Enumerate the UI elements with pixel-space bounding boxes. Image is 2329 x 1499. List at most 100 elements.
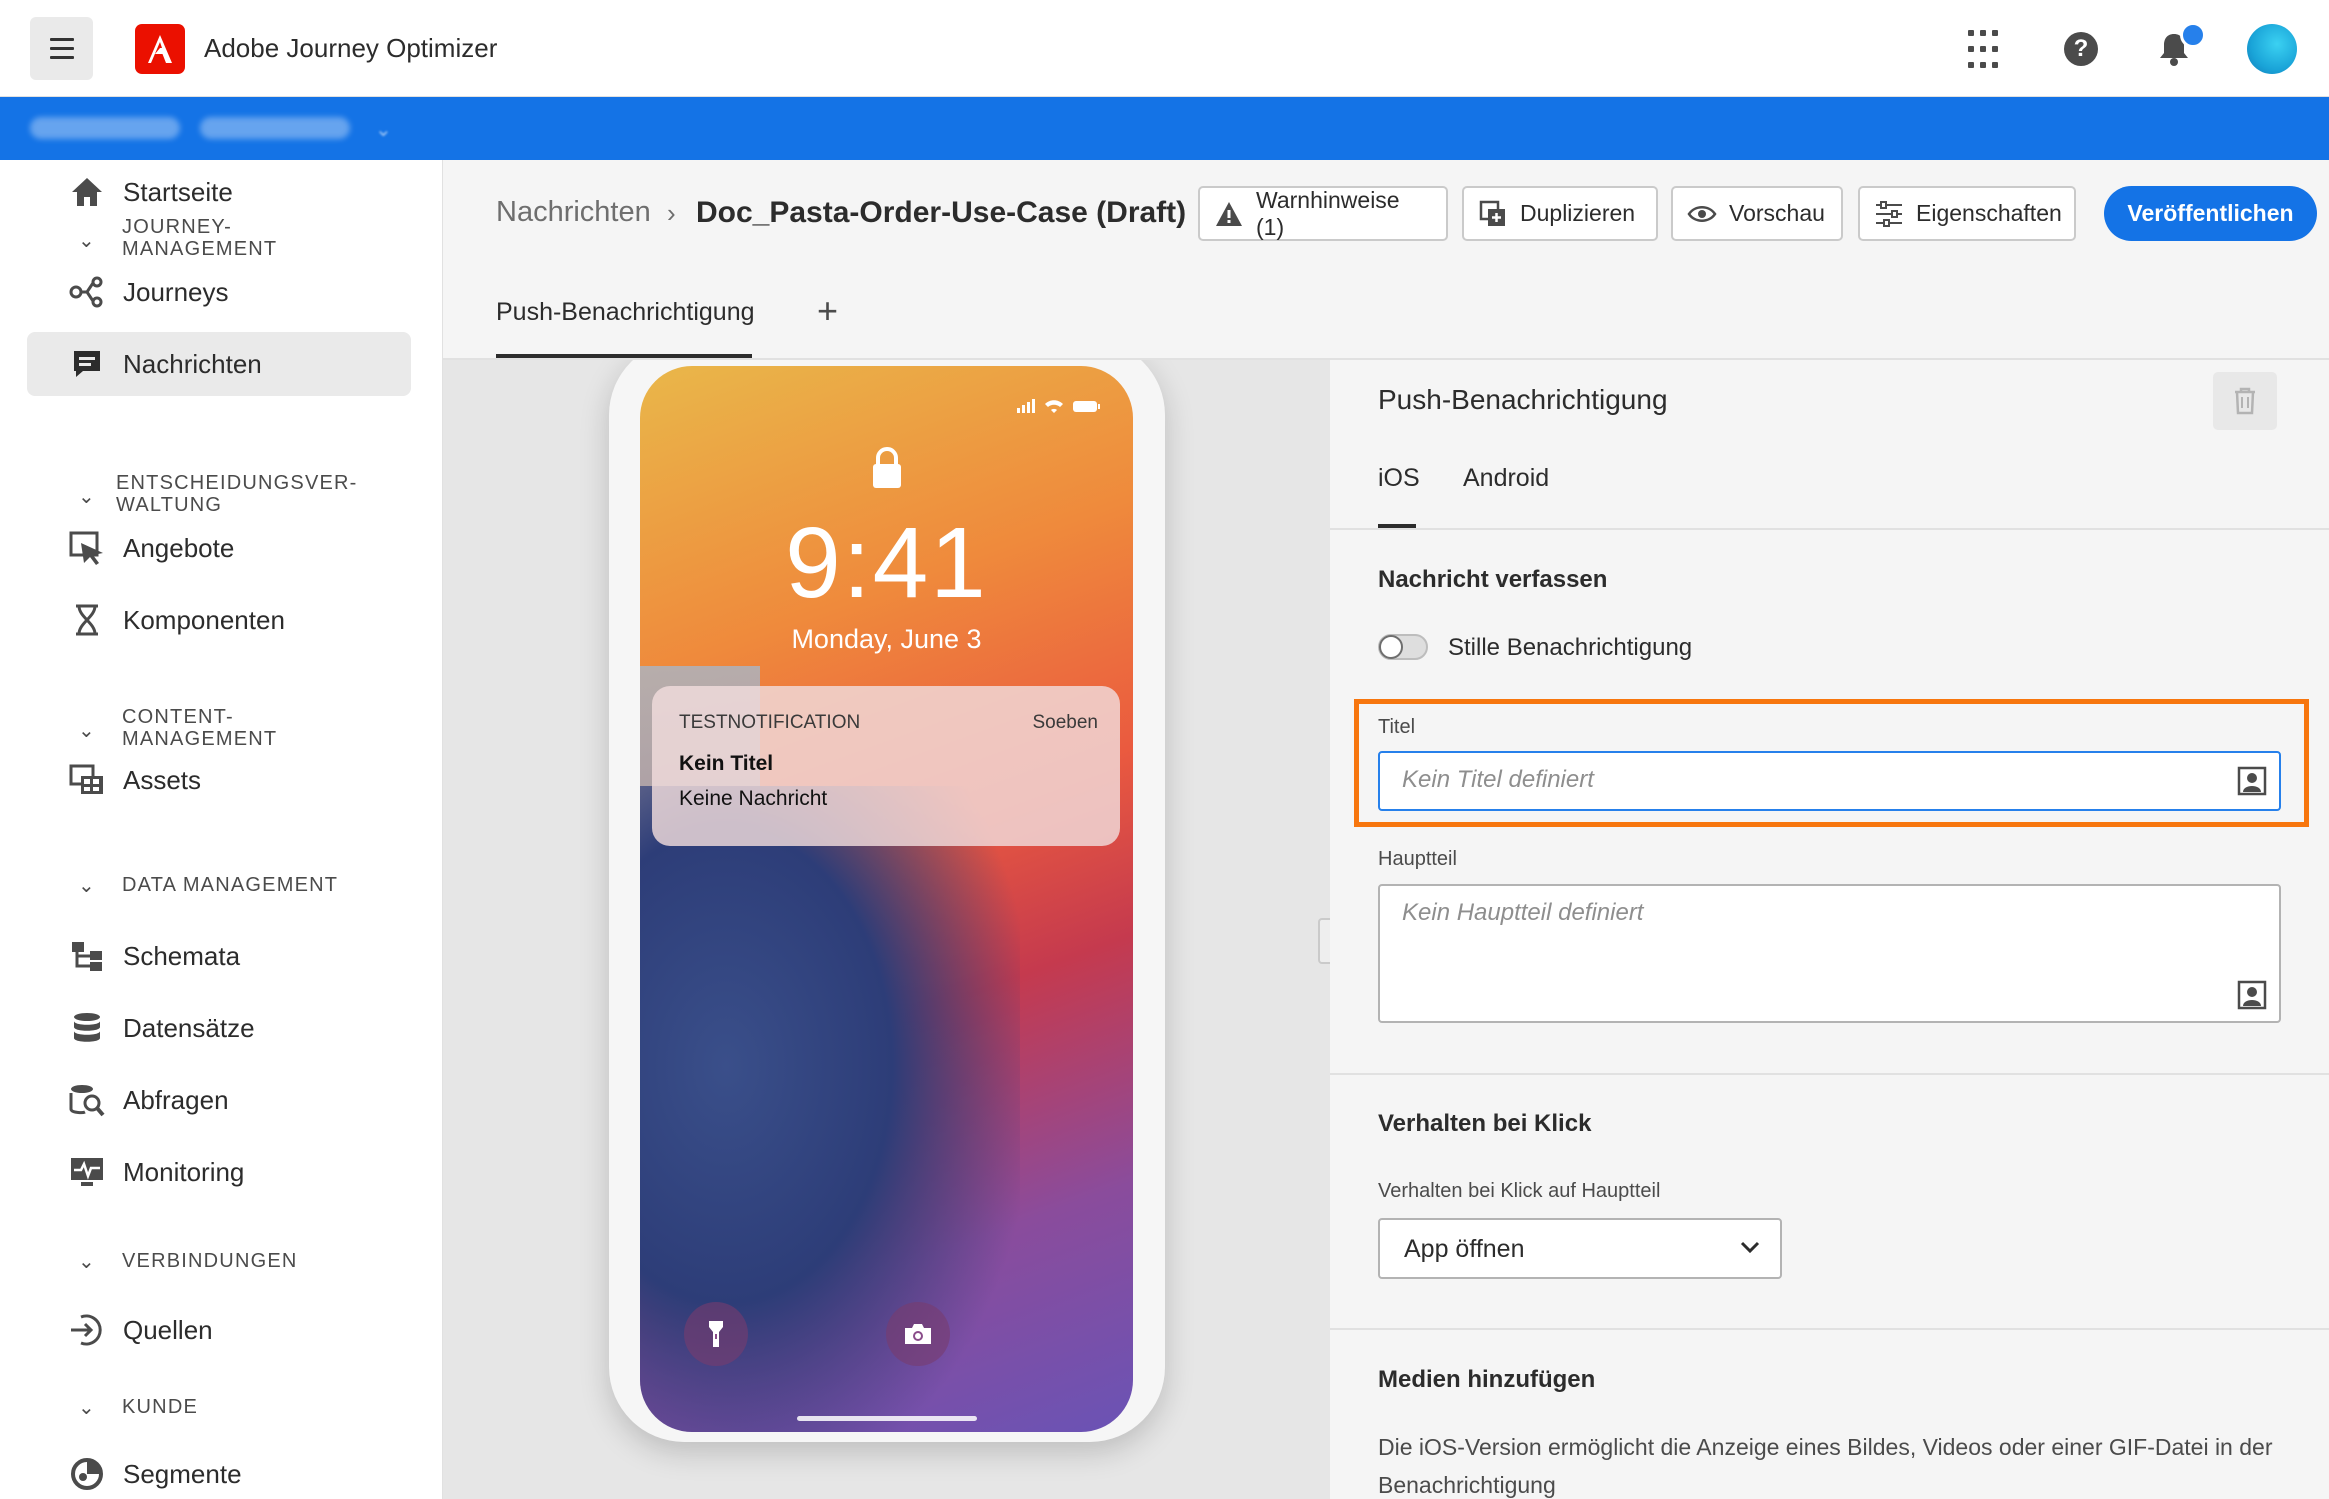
nav-item-schemata[interactable]: Schemata	[27, 924, 411, 988]
components-icon	[69, 602, 105, 638]
divider	[1330, 528, 2329, 530]
schema-icon	[69, 938, 105, 974]
nav-label: Startseite	[123, 176, 233, 207]
click-behavior-select[interactable]: App öffnen	[1378, 1218, 1782, 1279]
nav-section-label: VERBINDUNGEN	[122, 1250, 298, 1272]
chevron-down-icon: ⌄	[78, 229, 95, 252]
nav-section-label: JOURNEY- MANAGEMENT	[122, 216, 278, 260]
nav-item-journeys[interactable]: Journeys	[27, 260, 411, 324]
compose-heading: Nachricht verfassen	[1378, 566, 1608, 593]
home-icon	[69, 174, 105, 210]
app-title: Adobe Journey Optimizer	[204, 33, 498, 63]
chevron-right-icon: ›	[667, 198, 676, 228]
help-icon[interactable]: ?	[2060, 28, 2102, 70]
divider	[1330, 1073, 2329, 1075]
nav-item-komponenten[interactable]: Komponenten	[27, 588, 411, 652]
nav-label: Nachrichten	[123, 348, 262, 379]
nav-label: Abfragen	[123, 1084, 229, 1115]
sandbox-name-blurred[interactable]	[200, 117, 350, 139]
nav-item-segmente[interactable]: Segmente	[27, 1442, 411, 1499]
datasets-icon	[69, 1010, 105, 1046]
nav-label: Angebote	[123, 532, 235, 563]
nav-item-abfragen[interactable]: Abfragen	[27, 1068, 411, 1132]
eye-icon	[1687, 199, 1717, 229]
personalization-icon[interactable]	[2237, 980, 2267, 1010]
add-tab-icon[interactable]: +	[817, 290, 838, 332]
preview-label: Vorschau	[1729, 200, 1825, 226]
notification-body: Keine Nachricht	[679, 787, 828, 810]
nav-section-label: CONTENT- MANAGEMENT	[122, 706, 278, 750]
status-bar-icons	[1017, 398, 1103, 417]
adobe-logo	[135, 24, 185, 74]
nav-section-label: DATA MANAGEMENT	[122, 874, 339, 896]
title-placeholder: Kein Titel definiert	[1402, 766, 1594, 793]
sources-icon	[69, 1312, 105, 1348]
nav-item-quellen[interactable]: Quellen	[27, 1298, 411, 1362]
title-field-label: Titel	[1378, 716, 1416, 738]
left-navigation: Startseite ⌄ JOURNEY- MANAGEMENT Journey…	[0, 160, 443, 1499]
preview-area: 9:41 Monday, June 3 TESTNOTIFICATION Soe…	[443, 360, 1330, 1499]
hamburger-icon	[49, 35, 74, 62]
delete-button[interactable]	[2213, 372, 2277, 430]
avatar[interactable]	[2247, 24, 2297, 74]
sandbox-label-blurred	[30, 117, 180, 139]
monitoring-icon	[69, 1154, 105, 1190]
duplicate-icon	[1478, 199, 1508, 229]
phone-screen: 9:41 Monday, June 3 TESTNOTIFICATION Soe…	[640, 366, 1133, 1432]
click-behavior-label: Verhalten bei Klick auf Hauptteil	[1378, 1180, 1661, 1202]
nav-label: Segmente	[123, 1458, 242, 1489]
notification-card: TESTNOTIFICATION Soeben Kein Titel Keine…	[652, 686, 1120, 846]
duplicate-button[interactable]: Duplizieren	[1462, 186, 1658, 241]
segments-icon	[69, 1456, 105, 1492]
body-field-label: Hauptteil	[1378, 848, 1457, 870]
warnings-button[interactable]: Warnhinweise (1)	[1198, 186, 1448, 241]
body-placeholder: Kein Hauptteil definiert	[1402, 899, 1644, 926]
chevron-down-icon: ⌄	[78, 485, 95, 508]
notification-badge	[2180, 22, 2206, 48]
lock-screen-time: 9:41	[785, 507, 988, 619]
click-behavior-heading: Verhalten bei Klick	[1378, 1110, 1592, 1137]
nav-section-label: ENTSCHEIDUNGSVER- WALTUNG	[116, 472, 358, 516]
chevron-down-icon	[1740, 1241, 1760, 1254]
journeys-icon	[69, 274, 105, 310]
lock-icon	[873, 447, 901, 488]
media-description: Die iOS-Version ermöglicht die Anzeige e…	[1378, 1434, 2273, 1498]
chevron-down-icon[interactable]: ⌄	[375, 117, 392, 142]
nav-item-datensaetze[interactable]: Datensätze	[27, 996, 411, 1060]
nav-label: Komponenten	[123, 604, 285, 635]
nav-item-assets[interactable]: Assets	[27, 748, 411, 812]
media-heading: Medien hinzufügen	[1378, 1366, 1596, 1393]
top-bar: Adobe Journey Optimizer ?	[0, 0, 2329, 97]
nav-item-angebote[interactable]: Angebote	[27, 516, 411, 580]
apps-grid-icon[interactable]	[1962, 28, 2004, 70]
tab-push-notification[interactable]: Push-Benachrichtigung	[496, 298, 755, 327]
title-input[interactable]: Kein Titel definiert	[1378, 751, 2281, 811]
breadcrumb-parent-link[interactable]: Nachrichten	[496, 196, 651, 229]
warning-icon	[1214, 199, 1244, 229]
nav-section-label: KUNDE	[122, 1396, 199, 1418]
publish-button[interactable]: Veröffentlichen	[2104, 186, 2317, 241]
tab-android[interactable]: Android	[1463, 464, 1549, 493]
nav-item-startseite[interactable]: Startseite	[27, 160, 411, 224]
warnings-label: Warnhinweise (1)	[1256, 186, 1400, 240]
page-title: Doc_Pasta-Order-Use-Case (Draft)	[696, 196, 1187, 229]
personalization-icon[interactable]	[2237, 766, 2267, 796]
properties-button[interactable]: Eigenschaften	[1858, 186, 2076, 241]
tab-ios[interactable]: iOS	[1378, 464, 1420, 493]
lock-screen-date: Monday, June 3	[791, 624, 982, 654]
nav-label: Schemata	[123, 940, 241, 971]
chevron-down-icon: ⌄	[78, 874, 95, 897]
notification-app-name: TESTNOTIFICATION	[679, 712, 861, 733]
preview-button[interactable]: Vorschau	[1671, 186, 1843, 241]
panel-title: Push-Benachrichtigung	[1378, 384, 1668, 415]
nav-item-monitoring[interactable]: Monitoring	[27, 1140, 411, 1204]
silent-notification-toggle[interactable]	[1378, 634, 1428, 660]
body-textarea[interactable]: Kein Hauptteil definiert	[1378, 884, 2281, 1023]
hamburger-menu-button[interactable]	[30, 17, 93, 80]
home-indicator	[797, 1416, 977, 1421]
properties-label: Eigenschaften	[1916, 200, 2062, 226]
nav-item-nachrichten[interactable]: Nachrichten	[27, 332, 411, 396]
nav-label: Quellen	[123, 1314, 213, 1345]
offers-icon	[69, 530, 105, 566]
notification-title: Kein Titel	[679, 752, 774, 775]
